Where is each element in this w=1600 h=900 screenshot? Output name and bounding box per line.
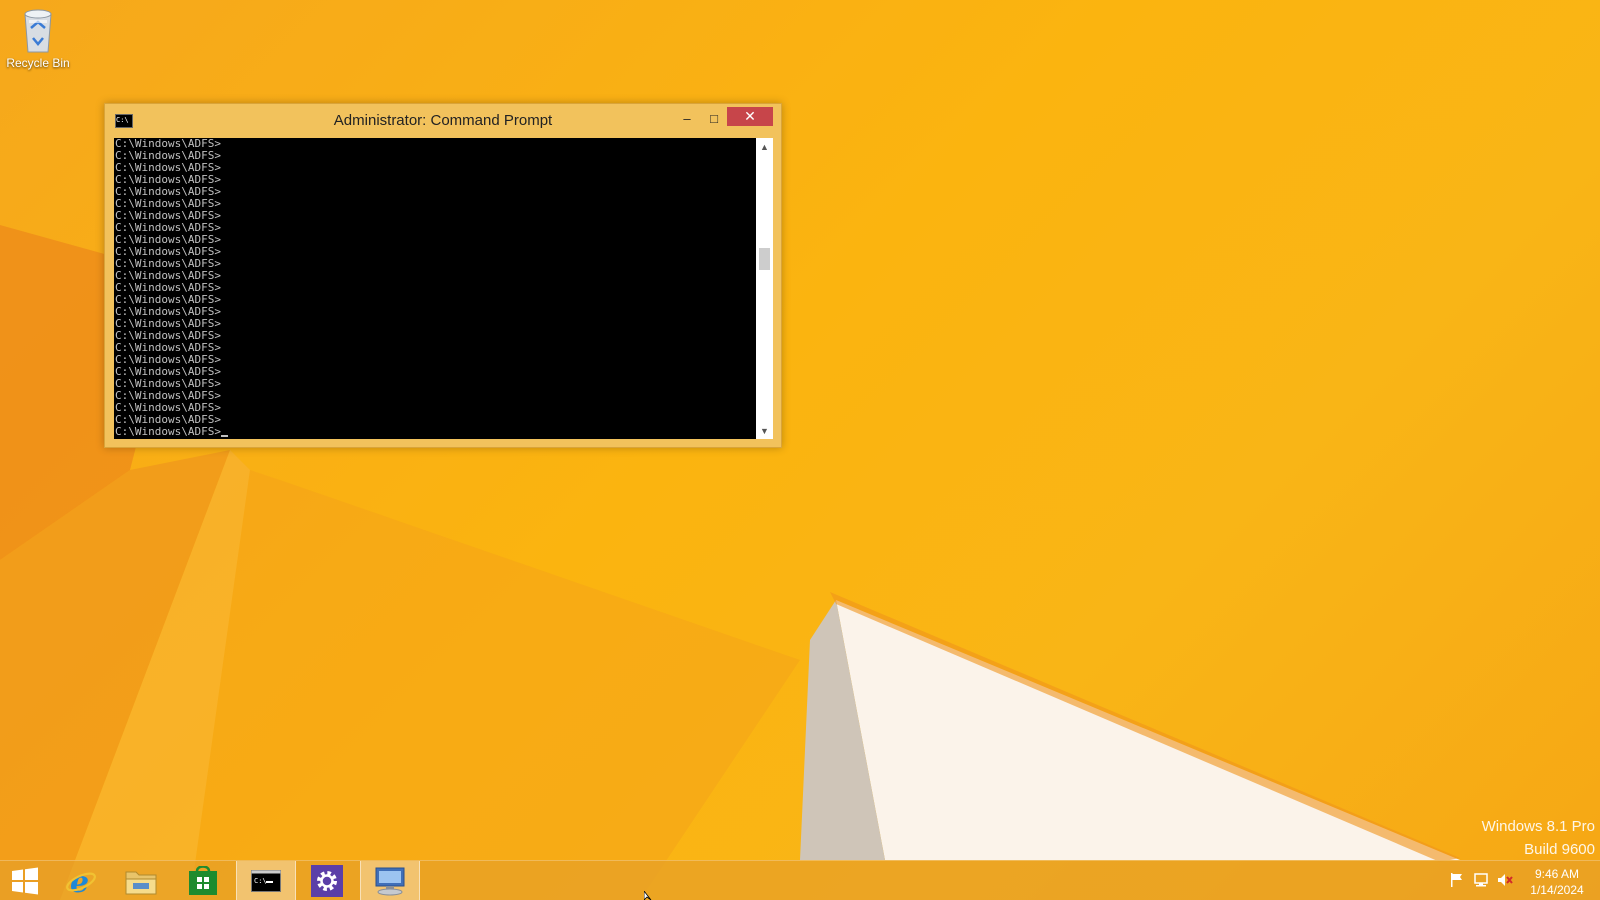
console-lines: C:\Windows\ADFS> C:\Windows\ADFS> C:\Windo… — [114, 138, 756, 438]
maximize-button[interactable]: □ — [701, 108, 727, 128]
console-output[interactable]: C:\Windows\ADFS> C:\Windows\ADFS> C:\Windo… — [114, 138, 756, 439]
clock-time: 9:46 AM — [1534, 867, 1580, 881]
minimize-button[interactable]: – — [673, 108, 701, 128]
cmd-icon: C:\ — [251, 870, 281, 892]
taskbar-clock[interactable]: 9:46 AM 1/14/2024 — [1522, 866, 1592, 898]
scroll-up-icon[interactable]: ▲ — [756, 138, 773, 155]
watermark-edition: Windows 8.1 Pro — [1481, 818, 1595, 835]
console-line: C:\Windows\ADFS> — [115, 426, 756, 438]
close-button[interactable]: ✕ — [727, 107, 773, 126]
network-icon[interactable] — [1472, 872, 1490, 888]
taskbar-windows-store[interactable] — [174, 861, 232, 900]
watermark-build: Build 9600 — [1524, 841, 1595, 858]
recycle-bin-label: Recycle Bin — [6, 56, 70, 70]
remote-computer-icon — [375, 867, 405, 896]
taskbar-server-manager[interactable] — [298, 861, 356, 900]
folder-icon — [125, 871, 157, 895]
recycle-bin[interactable]: Recycle Bin — [2, 6, 74, 70]
store-icon — [189, 866, 217, 895]
taskbar-command-prompt[interactable]: C:\ — [236, 861, 296, 900]
taskbar-file-explorer[interactable] — [112, 861, 170, 900]
start-button[interactable] — [0, 861, 50, 900]
command-prompt-window[interactable]: C:\ Administrator: Command Prompt – □ ✕ … — [104, 103, 782, 448]
taskbar-internet-explorer[interactable]: e — [52, 861, 110, 900]
scroll-thumb[interactable] — [759, 248, 770, 270]
mouse-cursor-icon — [644, 891, 652, 900]
scroll-down-icon[interactable]: ▼ — [756, 422, 773, 439]
title-bar[interactable]: C:\ Administrator: Command Prompt – □ ✕ — [105, 104, 781, 136]
flag-icon[interactable] — [1448, 872, 1466, 888]
recycle-bin-icon — [24, 9, 52, 53]
taskbar-remote-desktop[interactable] — [360, 861, 420, 900]
desktop[interactable]: Recycle Bin C:\ Administrator: Command P… — [0, 0, 1600, 900]
taskbar: e C:\ — [0, 860, 1600, 900]
internet-explorer-icon: e — [66, 865, 96, 897]
windows-logo-icon — [12, 867, 38, 895]
windows-version-watermark: Windows 8.1 Pro Build 9600 — [1482, 815, 1595, 861]
svg-text:C:\: C:\ — [254, 877, 267, 885]
clock-date: 1/14/2024 — [1530, 883, 1584, 897]
vertical-scrollbar[interactable]: ▲ ▼ — [756, 138, 773, 439]
speaker-muted-icon[interactable] — [1496, 872, 1514, 888]
text-cursor — [220, 435, 228, 437]
gear-icon — [311, 865, 343, 897]
